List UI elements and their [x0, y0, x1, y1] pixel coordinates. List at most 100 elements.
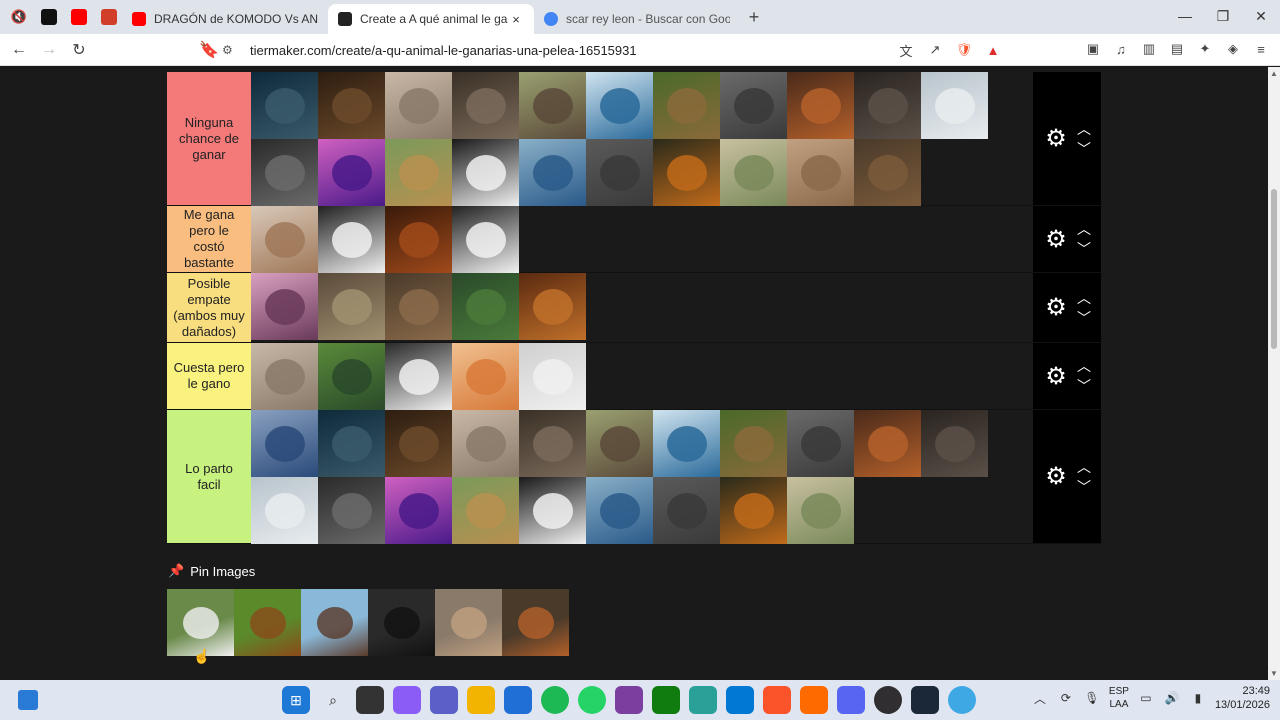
pin-image[interactable] [502, 589, 569, 656]
animal-image[interactable] [318, 273, 385, 340]
animal-image[interactable] [318, 139, 385, 206]
gear-icon[interactable]: ⚙ [1043, 362, 1069, 391]
page-scrollbar[interactable]: ▲ ▼ [1268, 67, 1280, 680]
tier-label[interactable]: Ninguna chance de ganar [167, 72, 251, 205]
pinned-tab-app[interactable] [96, 4, 122, 30]
scroll-down-icon[interactable]: ▼ [1268, 669, 1280, 678]
xbox-icon[interactable] [652, 686, 680, 714]
animal-image[interactable] [385, 206, 452, 273]
animal-image[interactable] [251, 206, 318, 273]
bookmark-icon[interactable]: 🔖 [196, 37, 222, 63]
reload-icon[interactable]: ↻ [66, 37, 92, 63]
file-explorer-icon[interactable] [467, 686, 495, 714]
animal-image[interactable] [519, 273, 586, 340]
animal-image[interactable] [251, 410, 318, 477]
microphone-icon[interactable]: 🎙 [1083, 691, 1101, 705]
animal-image[interactable] [452, 477, 519, 544]
animal-image[interactable] [385, 410, 452, 477]
animal-image[interactable] [586, 139, 653, 206]
snipping-icon[interactable] [689, 686, 717, 714]
animal-image[interactable] [251, 139, 318, 206]
address-bar[interactable]: ⚙ tiermaker.com/create/a-qu-animal-le-ga… [222, 37, 1012, 63]
whatsapp-icon[interactable] [578, 686, 606, 714]
animal-image[interactable] [452, 72, 519, 139]
animal-image[interactable] [519, 410, 586, 477]
translate-icon[interactable]: 文 [895, 39, 917, 61]
tier-label[interactable]: Cuesta pero le gano [167, 343, 251, 409]
animal-image[interactable] [921, 72, 988, 139]
brave-shields-icon[interactable]: 🛡 [953, 39, 975, 61]
music-icon[interactable]: ♫ [1110, 38, 1132, 60]
animal-image[interactable] [251, 72, 318, 139]
pin-image[interactable] [435, 589, 502, 656]
animal-image[interactable] [318, 410, 385, 477]
close-tab-icon[interactable]: × [508, 12, 524, 27]
animal-image[interactable] [385, 477, 452, 544]
animal-image[interactable] [519, 72, 586, 139]
leo-ai-icon[interactable]: ✦ [1194, 38, 1216, 60]
animal-image[interactable] [385, 139, 452, 206]
animal-image[interactable] [586, 410, 653, 477]
browser-icon[interactable] [948, 686, 976, 714]
tab-1[interactable]: Create a A qué animal le ganarías × [328, 4, 534, 34]
battery-icon[interactable]: ▮ [1189, 691, 1207, 705]
teams-icon[interactable] [430, 686, 458, 714]
tier-label[interactable]: Lo parto facil [167, 410, 251, 543]
animal-image[interactable] [787, 410, 854, 477]
brave-rewards-icon[interactable]: ▲ [982, 39, 1004, 61]
animal-image[interactable] [452, 343, 519, 410]
animal-image[interactable] [787, 139, 854, 206]
search-icon[interactable]: ⌕ [319, 686, 347, 714]
store-icon[interactable] [504, 686, 532, 714]
animal-image[interactable] [318, 206, 385, 273]
chevron-up-icon[interactable]: ︿ [1077, 358, 1091, 374]
sidebar-icon[interactable]: ▥ [1138, 38, 1160, 60]
chevron-up-icon[interactable]: ︿ [1077, 221, 1091, 237]
animal-image[interactable] [854, 72, 921, 139]
animal-image[interactable] [251, 477, 318, 544]
pin-image[interactable] [234, 589, 301, 656]
animal-image[interactable] [854, 410, 921, 477]
animal-image[interactable] [318, 343, 385, 410]
chevron-down-icon[interactable]: ﹀ [1077, 378, 1091, 394]
animal-image[interactable] [921, 410, 988, 477]
gear-icon[interactable]: ⚙ [1043, 462, 1069, 491]
tab-2[interactable]: scar rey leon - Buscar con Google [534, 4, 740, 34]
scroll-up-icon[interactable]: ▲ [1268, 69, 1280, 78]
pin-image[interactable] [368, 589, 435, 656]
copilot-icon[interactable] [393, 686, 421, 714]
start-icon[interactable]: ⊞ [282, 686, 310, 714]
scrollbar-thumb[interactable] [1271, 189, 1277, 349]
animal-image[interactable] [318, 477, 385, 544]
animal-image[interactable] [720, 410, 787, 477]
language-indicator[interactable]: ESP LAA [1109, 685, 1129, 711]
chevron-down-icon[interactable]: ﹀ [1077, 141, 1091, 157]
chevron-up-icon[interactable]: ︿ [1077, 459, 1091, 475]
animal-image[interactable] [787, 477, 854, 544]
steam-icon[interactable] [911, 686, 939, 714]
chevron-up-icon[interactable]: ︿ [1077, 290, 1091, 306]
close-window-icon[interactable]: ✕ [1242, 0, 1280, 32]
vscode-icon[interactable] [726, 686, 754, 714]
animal-image[interactable] [452, 273, 519, 340]
animal-image[interactable] [653, 410, 720, 477]
animal-image[interactable] [653, 72, 720, 139]
network-icon[interactable]: ▭ [1137, 691, 1155, 705]
tab-0[interactable]: DRAGÓN de KOMODO Vs ANGUILA [122, 4, 328, 34]
sync-icon[interactable]: ⟳ [1057, 691, 1075, 705]
pinned-tab-mute[interactable]: 🔇 [6, 4, 32, 30]
animal-image[interactable] [720, 139, 787, 206]
animal-image[interactable] [519, 477, 586, 544]
volume-icon[interactable]: 🔊 [1163, 691, 1181, 705]
new-tab-button[interactable]: + [740, 7, 768, 28]
app-orange-icon[interactable] [800, 686, 828, 714]
animal-image[interactable] [452, 139, 519, 206]
animal-image[interactable] [385, 343, 452, 410]
gear-icon[interactable]: ⚙ [1043, 225, 1069, 254]
animal-image[interactable] [854, 139, 921, 206]
pinned-tab-tiktok[interactable] [36, 4, 62, 30]
pinned-tab-youtube[interactable] [66, 4, 92, 30]
discord-icon[interactable] [837, 686, 865, 714]
site-info-icon[interactable]: ⚙ [222, 43, 240, 57]
widgets-icon[interactable] [18, 690, 38, 710]
